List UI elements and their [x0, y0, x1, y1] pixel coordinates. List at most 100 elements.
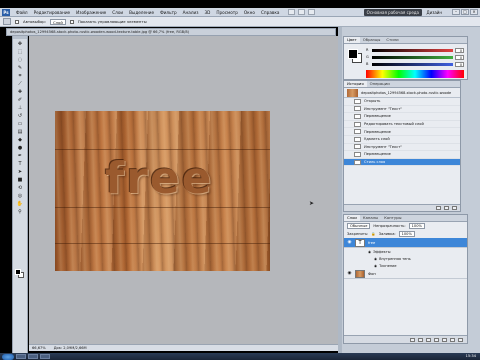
foreground-color-chip[interactable]: [348, 49, 358, 59]
opacity-field[interactable]: 100%: [408, 223, 425, 229]
pen-tool-icon[interactable]: ✒: [15, 152, 26, 159]
shape-tool-icon[interactable]: ■: [15, 176, 26, 183]
gradient-tool-icon[interactable]: ▤: [15, 128, 26, 135]
auto-select-checkbox[interactable]: [15, 19, 19, 24]
red-track[interactable]: [372, 48, 453, 52]
add-layer-style-icon[interactable]: [418, 337, 423, 342]
taskbar-app-explorer[interactable]: [16, 354, 26, 359]
new-layer-icon[interactable]: [450, 337, 455, 342]
history-item[interactable]: Перемещение: [344, 151, 460, 159]
red-value[interactable]: 0: [455, 47, 464, 53]
minimize-icon[interactable]: –: [452, 9, 460, 15]
tab-history[interactable]: История: [344, 81, 367, 87]
lasso-tool-icon[interactable]: ◌: [15, 56, 26, 63]
start-button-icon[interactable]: [2, 353, 14, 360]
fill-field[interactable]: 100%: [398, 231, 415, 237]
healing-tool-icon[interactable]: ✚: [15, 88, 26, 95]
history-item[interactable]: Перемещение: [344, 113, 460, 121]
3d-rotate-tool-icon[interactable]: ⟲: [15, 184, 26, 191]
dock-collapse-strip[interactable]: [338, 27, 342, 353]
tab-actions[interactable]: Операции: [367, 81, 393, 87]
layer-background[interactable]: ◉ Фон: [344, 269, 467, 279]
tab-color[interactable]: Цвет: [344, 37, 360, 43]
3d-orbit-tool-icon[interactable]: ◎: [15, 192, 26, 199]
move-tool-icon[interactable]: ✥: [15, 40, 26, 47]
tab-swatches[interactable]: Образцы: [360, 37, 384, 43]
history-item[interactable]: Редактировать текстовый слой: [344, 121, 460, 129]
visibility-eye-icon[interactable]: ◉: [374, 257, 377, 261]
menu-view[interactable]: Просмотр: [213, 8, 241, 17]
new-snapshot-icon[interactable]: [444, 206, 449, 210]
menu-analysis[interactable]: Анализ: [180, 8, 202, 17]
hand-tool-icon[interactable]: ✋: [15, 200, 26, 207]
slider-blue[interactable]: B 0: [366, 61, 464, 67]
tab-styles[interactable]: Стили: [383, 37, 401, 43]
workspace-design-button[interactable]: Дизайн: [424, 9, 444, 16]
history-item[interactable]: Инструмент "Текст": [344, 106, 460, 114]
auto-select-dropdown[interactable]: Слой: [49, 18, 66, 25]
workspace-essentials-button[interactable]: Основная рабочая среда: [363, 9, 422, 16]
marquee-tool-icon[interactable]: ⬚: [15, 48, 26, 55]
brush-tool-icon[interactable]: ✐: [15, 96, 26, 103]
delete-state-icon[interactable]: [452, 206, 457, 210]
show-transform-checkbox[interactable]: [69, 19, 74, 24]
green-track[interactable]: [372, 55, 453, 59]
history-item[interactable]: Удалить слой: [344, 136, 460, 144]
close-icon[interactable]: ×: [470, 9, 478, 15]
menu-help[interactable]: Справка: [258, 8, 282, 17]
adjustment-layer-icon[interactable]: [434, 337, 439, 342]
green-value[interactable]: 0: [455, 54, 464, 60]
taskbar-app-photoshop[interactable]: [40, 354, 50, 359]
blend-mode-dropdown[interactable]: Обычные: [347, 223, 371, 229]
zoom-level-icon[interactable]: [308, 9, 316, 15]
bridge-icon[interactable]: [288, 9, 296, 15]
visibility-eye-icon[interactable]: ◉: [346, 239, 353, 246]
quick-select-tool-icon[interactable]: ✎: [15, 64, 26, 71]
toolbox-grip[interactable]: [13, 36, 27, 39]
history-item[interactable]: Перемещение: [344, 128, 460, 136]
slider-green[interactable]: G 0: [366, 54, 464, 60]
type-tool-icon[interactable]: T: [15, 160, 26, 167]
history-brush-tool-icon[interactable]: ↺: [15, 112, 26, 119]
document-tab[interactable]: depositphotos_12994568-stock-photo-rusti…: [6, 28, 336, 36]
path-select-tool-icon[interactable]: ➤: [15, 168, 26, 175]
menu-layers[interactable]: Слои: [109, 8, 126, 17]
eraser-tool-icon[interactable]: ▭: [15, 120, 26, 127]
blue-value[interactable]: 0: [455, 61, 464, 67]
dodge-tool-icon[interactable]: ●: [15, 144, 26, 151]
move-tool-preset-icon[interactable]: [3, 18, 11, 25]
effect-emboss[interactable]: ◉ Тиснение: [344, 262, 467, 269]
layer-effects-row[interactable]: ◉ Эффекты: [344, 248, 467, 255]
new-document-from-state-icon[interactable]: [436, 206, 441, 210]
blue-track[interactable]: [372, 62, 453, 66]
visibility-eye-icon[interactable]: ◉: [346, 270, 353, 277]
layer-free[interactable]: ◉ T free: [344, 238, 467, 248]
slider-red[interactable]: R 0: [366, 47, 464, 53]
lock-icon[interactable]: 🔒: [371, 232, 375, 236]
add-mask-icon[interactable]: [426, 337, 431, 342]
history-item-selected[interactable]: Стиль слоя: [344, 158, 460, 167]
history-item[interactable]: Инструмент "Текст": [344, 144, 460, 152]
tab-layers[interactable]: Слои: [344, 215, 360, 221]
tab-channels[interactable]: Каналы: [360, 215, 381, 221]
menu-select[interactable]: Выделение: [126, 8, 157, 17]
clone-stamp-tool-icon[interactable]: ⊥: [15, 104, 26, 111]
tab-paths[interactable]: Контуры: [381, 215, 404, 221]
zoom-readout[interactable]: 66,67%: [32, 345, 46, 351]
canvas-area[interactable]: free ➤: [29, 36, 338, 344]
menu-window[interactable]: Окно: [241, 8, 258, 17]
history-item[interactable]: Открыть: [344, 98, 460, 106]
wood-texture-image[interactable]: free: [55, 111, 270, 271]
link-layers-icon[interactable]: [410, 337, 415, 342]
history-snapshot[interactable]: depositphotos_12994568-stock-photo-rusti…: [344, 88, 460, 98]
blur-tool-icon[interactable]: ◆: [15, 136, 26, 143]
visibility-eye-icon[interactable]: ◉: [368, 250, 371, 254]
visibility-eye-icon[interactable]: ◉: [374, 264, 377, 268]
menu-filter[interactable]: Фильтр: [157, 8, 180, 17]
menu-3d[interactable]: 3D: [201, 8, 213, 17]
delete-layer-icon[interactable]: [458, 337, 463, 342]
maximize-icon[interactable]: □: [461, 9, 469, 15]
menu-image[interactable]: Изображение: [73, 8, 109, 17]
crop-tool-icon[interactable]: ⌗: [15, 72, 26, 79]
menu-file[interactable]: Файл: [13, 8, 31, 17]
